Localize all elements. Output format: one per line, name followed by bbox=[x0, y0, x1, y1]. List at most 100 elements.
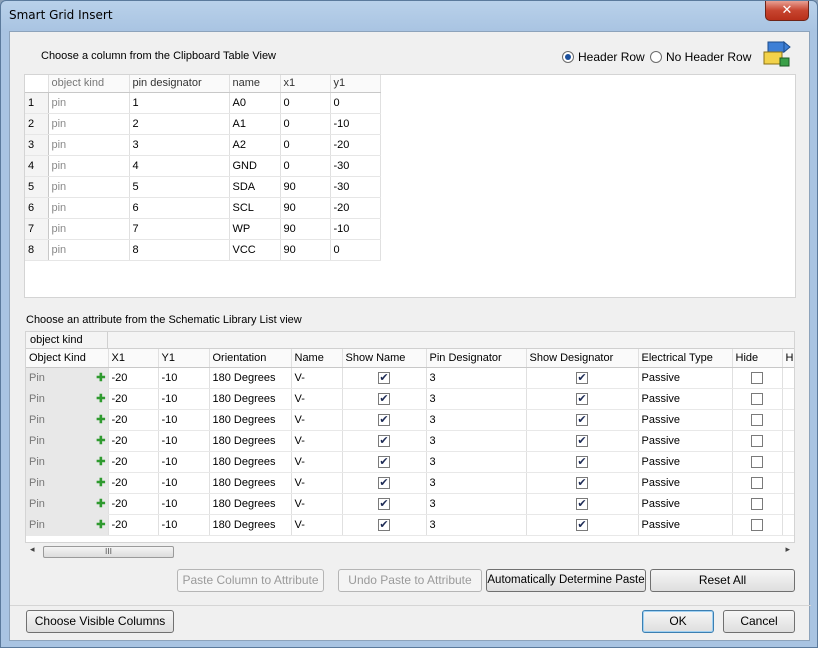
attribute-row[interactable]: Pin ✚ -20 -10 180 Degrees V- ✔ 3 ✔ Passive bbox=[26, 451, 794, 473]
cell-pin-designator[interactable]: 3 bbox=[129, 134, 230, 156]
cell-pin-designator[interactable]: 3 bbox=[426, 430, 527, 452]
cell-y1[interactable]: -10 bbox=[330, 218, 381, 240]
hide-checkbox[interactable] bbox=[751, 455, 763, 468]
cell-orientation[interactable]: 180 Degrees bbox=[209, 472, 292, 494]
add-icon[interactable]: ✚ bbox=[96, 371, 105, 384]
cell-object-kind[interactable]: pin bbox=[48, 134, 130, 156]
cell-name[interactable]: A1 bbox=[229, 113, 281, 135]
cell-hi[interactable] bbox=[782, 430, 794, 452]
cell-x1[interactable]: 90 bbox=[280, 218, 331, 240]
cell-electrical-type[interactable]: Passive bbox=[638, 409, 733, 431]
cell-x1[interactable]: -20 bbox=[108, 388, 159, 410]
cell-object-kind[interactable]: Pin ✚ bbox=[26, 472, 109, 494]
cell-pin-designator[interactable]: 2 bbox=[129, 113, 230, 135]
add-icon[interactable]: ✚ bbox=[96, 518, 105, 531]
clipboard-row[interactable]: 4 pin 4 GND 0 -30 bbox=[25, 155, 381, 177]
cell-object-kind[interactable]: pin bbox=[48, 92, 130, 114]
show-name-checkbox[interactable]: ✔ bbox=[378, 434, 390, 447]
cell-object-kind[interactable]: Pin ✚ bbox=[26, 430, 109, 452]
horizontal-scrollbar[interactable]: ◂ III ▸ bbox=[25, 543, 795, 560]
cell-x1[interactable]: -20 bbox=[108, 472, 159, 494]
cell-name[interactable]: V- bbox=[291, 388, 343, 410]
cell-pin-designator[interactable]: 4 bbox=[129, 155, 230, 177]
row-number[interactable]: 8 bbox=[25, 239, 49, 261]
attr-col-object-kind[interactable]: Object Kind bbox=[26, 349, 109, 368]
cell-pin-designator[interactable]: 7 bbox=[129, 218, 230, 240]
row-number[interactable]: 4 bbox=[25, 155, 49, 177]
cell-object-kind[interactable]: Pin ✚ bbox=[26, 409, 109, 431]
cell-pin-designator[interactable]: 8 bbox=[129, 239, 230, 261]
clipboard-row[interactable]: 6 pin 6 SCL 90 -20 bbox=[25, 197, 381, 219]
show-name-checkbox[interactable]: ✔ bbox=[378, 392, 390, 405]
cell-object-kind[interactable]: Pin ✚ bbox=[26, 388, 109, 410]
scroll-left-icon[interactable]: ◂ bbox=[30, 545, 35, 555]
add-icon[interactable]: ✚ bbox=[96, 413, 105, 426]
attr-col-y1[interactable]: Y1 bbox=[158, 349, 210, 368]
cell-orientation[interactable]: 180 Degrees bbox=[209, 388, 292, 410]
show-designator-checkbox[interactable]: ✔ bbox=[576, 413, 588, 426]
cell-name[interactable]: SDA bbox=[229, 176, 281, 198]
clipboard-table-view[interactable]: object kind pin designator name x1 y1 1p… bbox=[24, 74, 796, 298]
cell-hi[interactable] bbox=[782, 388, 794, 410]
ok-button[interactable]: OK bbox=[642, 610, 714, 633]
cell-object-kind[interactable]: Pin ✚ bbox=[26, 367, 109, 389]
col-x1[interactable]: x1 bbox=[280, 75, 331, 93]
cell-x1[interactable]: 90 bbox=[280, 197, 331, 219]
cell-y1[interactable]: -10 bbox=[158, 430, 210, 452]
cell-orientation[interactable]: 180 Degrees bbox=[209, 514, 292, 536]
reset-all-button[interactable]: Reset All bbox=[650, 569, 795, 592]
no-header-row-option[interactable]: No Header Row bbox=[650, 50, 751, 64]
cell-electrical-type[interactable]: Passive bbox=[638, 388, 733, 410]
clipboard-row[interactable]: 1 pin 1 A0 0 0 bbox=[25, 92, 381, 114]
cell-pin-designator[interactable]: 3 bbox=[426, 493, 527, 515]
cell-hi[interactable] bbox=[782, 451, 794, 473]
cell-pin-designator[interactable]: 3 bbox=[426, 451, 527, 473]
add-icon[interactable]: ✚ bbox=[96, 455, 105, 468]
cell-name[interactable]: WP bbox=[229, 218, 281, 240]
attr-col-name[interactable]: Name bbox=[291, 349, 343, 368]
cell-y1[interactable]: -10 bbox=[158, 493, 210, 515]
hide-checkbox[interactable] bbox=[751, 476, 763, 489]
cell-name[interactable]: V- bbox=[291, 514, 343, 536]
cell-orientation[interactable]: 180 Degrees bbox=[209, 451, 292, 473]
show-designator-checkbox[interactable]: ✔ bbox=[576, 455, 588, 468]
attr-col-show-designator[interactable]: Show Designator bbox=[526, 349, 639, 368]
cell-electrical-type[interactable]: Passive bbox=[638, 430, 733, 452]
attribute-row[interactable]: Pin ✚ -20 -10 180 Degrees V- ✔ 3 ✔ Passive bbox=[26, 430, 794, 452]
row-number[interactable]: 3 bbox=[25, 134, 49, 156]
attribute-row[interactable]: Pin ✚ -20 -10 180 Degrees V- ✔ 3 ✔ Passive bbox=[26, 472, 794, 494]
close-button[interactable]: ✕ bbox=[765, 1, 809, 21]
cell-orientation[interactable]: 180 Degrees bbox=[209, 430, 292, 452]
cell-orientation[interactable]: 180 Degrees bbox=[209, 493, 292, 515]
hide-checkbox[interactable] bbox=[751, 392, 763, 405]
clipboard-row[interactable]: 3 pin 3 A2 0 -20 bbox=[25, 134, 381, 156]
cell-pin-designator[interactable]: 3 bbox=[426, 472, 527, 494]
cell-name[interactable]: A2 bbox=[229, 134, 281, 156]
attr-col-show-name[interactable]: Show Name bbox=[342, 349, 427, 368]
cell-hi[interactable] bbox=[782, 493, 794, 515]
cell-name[interactable]: V- bbox=[291, 493, 343, 515]
show-designator-checkbox[interactable]: ✔ bbox=[576, 434, 588, 447]
title-bar[interactable]: Smart Grid Insert ✕ bbox=[1, 1, 817, 31]
cell-hi[interactable] bbox=[782, 514, 794, 536]
cell-pin-designator[interactable]: 3 bbox=[426, 388, 527, 410]
attr-col-hi[interactable]: Hi bbox=[782, 349, 794, 368]
row-number[interactable]: 6 bbox=[25, 197, 49, 219]
attribute-row[interactable]: Pin ✚ -20 -10 180 Degrees V- ✔ 3 ✔ Passive bbox=[26, 409, 794, 431]
cell-object-kind[interactable]: pin bbox=[48, 239, 130, 261]
cell-x1[interactable]: -20 bbox=[108, 514, 159, 536]
cell-pin-designator[interactable]: 6 bbox=[129, 197, 230, 219]
cell-object-kind[interactable]: pin bbox=[48, 176, 130, 198]
cell-y1[interactable]: -10 bbox=[158, 451, 210, 473]
cell-pin-designator[interactable]: 1 bbox=[129, 92, 230, 114]
cell-electrical-type[interactable]: Passive bbox=[638, 367, 733, 389]
scroll-right-icon[interactable]: ▸ bbox=[785, 545, 790, 555]
cell-x1[interactable]: -20 bbox=[108, 409, 159, 431]
cell-name[interactable]: SCL bbox=[229, 197, 281, 219]
add-icon[interactable]: ✚ bbox=[96, 392, 105, 405]
cell-object-kind[interactable]: pin bbox=[48, 197, 130, 219]
attr-col-pin-designator[interactable]: Pin Designator bbox=[426, 349, 527, 368]
cell-x1[interactable]: 0 bbox=[280, 155, 331, 177]
show-name-checkbox[interactable]: ✔ bbox=[378, 518, 390, 531]
show-designator-checkbox[interactable]: ✔ bbox=[576, 518, 588, 531]
